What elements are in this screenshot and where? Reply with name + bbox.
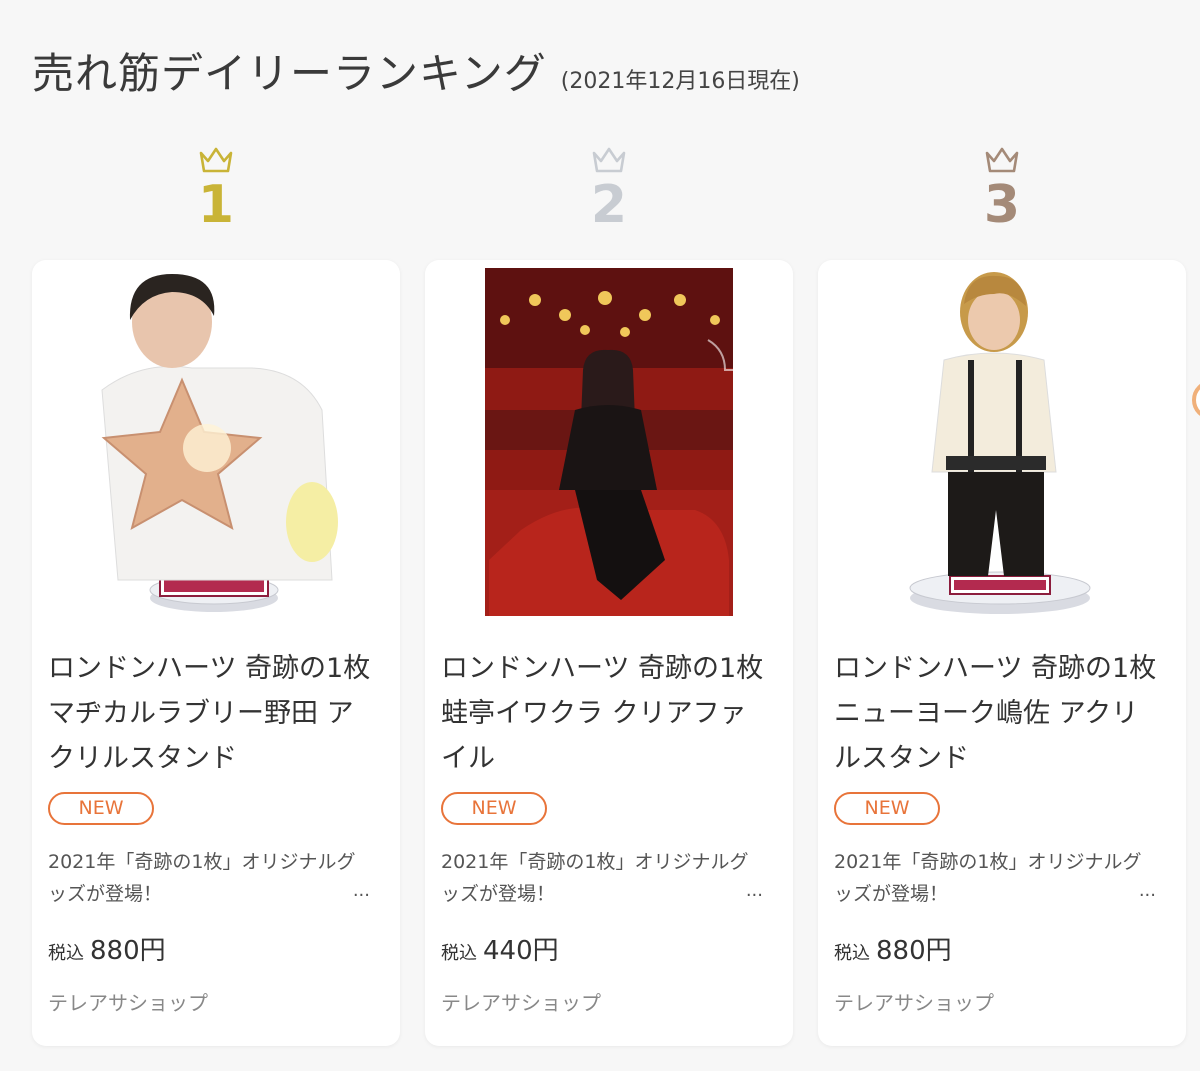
rank-number: 3 [983,175,1021,235]
rank-marker-2: 2 [425,145,793,233]
crown-bronze-icon [985,147,1019,173]
product-title[interactable]: ロンドンハーツ 奇跡の1枚 ニューヨーク嶋佐 アクリルスタンド [834,646,1164,781]
crown-gold-icon [199,147,233,173]
product-description: 2021年「奇跡の1枚」オリジナルグッズが登場！ [834,851,1142,905]
more-ellipsis: ... [745,880,763,901]
product-card-3[interactable]: ロンドンハーツ 奇跡の1枚 ニューヨーク嶋佐 アクリルスタンド NEW 2021… [818,260,1186,1046]
price-value: 880円 [876,936,952,966]
price-label: 税込 [441,943,477,964]
product-description: 2021年「奇跡の1枚」オリジナルグッズが登場！ [441,851,749,905]
rank-number: 1 [197,175,235,235]
price: 税込 440円 [441,930,559,967]
new-badge: NEW [834,792,940,825]
new-badge: NEW [441,792,547,825]
as-of-date: (2021年12月16日現在) [560,69,800,94]
page-title: 売れ筋デイリーランキング [32,49,547,98]
product-title[interactable]: ロンドンハーツ 奇跡の1枚 マヂカルラブリー野田 アクリルスタンド [48,646,378,781]
price-label: 税込 [834,943,870,964]
crown-silver-icon [592,147,626,173]
price: 税込 880円 [834,930,952,967]
product-image-acrylic-stand[interactable] [32,260,400,620]
product-title[interactable]: ロンドンハーツ 奇跡の1枚 蛙亭イワクラ クリアファイル [441,646,771,781]
price-label: 税込 [48,943,84,964]
ranking-header: 売れ筋デイリーランキング (2021年12月16日現在) [32,40,800,101]
product-description: 2021年「奇跡の1枚」オリジナルグッズが登場！ [48,851,356,905]
product-image-acrylic-stand[interactable] [818,260,1186,620]
shop-name: テレアサショップ [441,991,601,1015]
shop-name: テレアサショップ [48,991,208,1015]
carousel-next-button[interactable] [1192,380,1200,420]
more-ellipsis: ... [352,880,370,901]
price-value: 880円 [90,936,166,966]
more-ellipsis: ... [1138,880,1156,901]
price-value: 440円 [483,936,559,966]
new-badge: NEW [48,792,154,825]
rank-number: 2 [590,175,628,235]
price: 税込 880円 [48,930,166,967]
shop-name: テレアサショップ [834,991,994,1015]
product-card-2[interactable]: ロンドンハーツ 奇跡の1枚 蛙亭イワクラ クリアファイル NEW 2021年「奇… [425,260,793,1046]
product-image-clear-file[interactable] [425,260,793,620]
rank-marker-1: 1 [32,145,400,233]
product-card-1[interactable]: ロンドンハーツ 奇跡の1枚 マヂカルラブリー野田 アクリルスタンド NEW 20… [32,260,400,1046]
rank-marker-3: 3 [818,145,1186,233]
